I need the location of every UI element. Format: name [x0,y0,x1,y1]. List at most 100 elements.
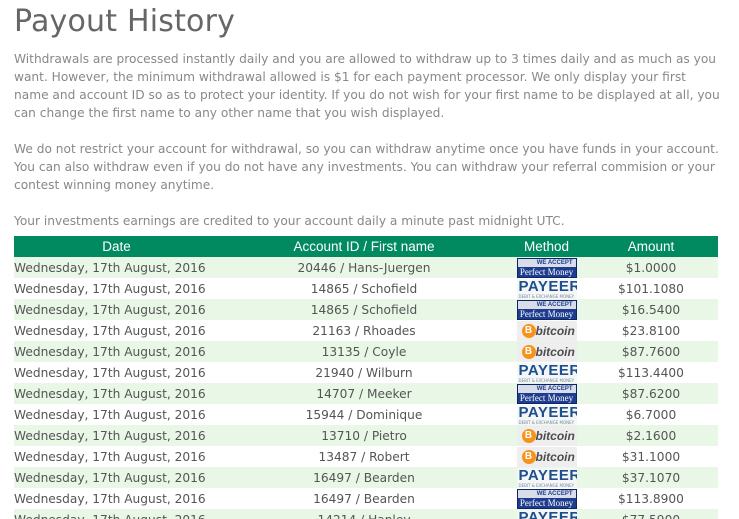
bitcoin-coin-icon: B [521,323,536,338]
logo-tag-text: DEBIT & EXCHANGE MONEY [518,482,575,488]
logo-word-text: bitcoin [535,428,575,443]
cell-method: +WE ACCEPTPerfect Money [509,257,584,278]
cell-account: 14865 / Schofield [310,302,418,317]
logo-bottom-text: Perfect Money [519,497,574,508]
cell-method: PAYEERDEBIT & EXCHANGE MONEY [509,404,584,425]
table-row: Wednesday, 17th August, 2016 16497 / Bear… [14,488,718,509]
cell-method: +WE ACCEPTPerfect Money [509,299,584,320]
payout-table: Date Account ID / First name Method Amou… [14,236,718,519]
cell-method: Bbitcoin [509,425,584,446]
cell-amount: $23.8100 [621,323,681,338]
cell-date: Wednesday, 17th August, 2016 [14,323,206,338]
cell-account: 14865 / Schofield [310,281,418,296]
cell-date: Wednesday, 17th August, 2016 [14,428,206,443]
cell-amount: $77.5900 [584,509,718,519]
payeer-logo: PAYEERDEBIT & EXCHANGE MONEY [516,278,577,299]
table-row: Wednesday, 17th August, 2016 15944 / Domi… [14,404,718,425]
cell-amount: $37.1070 [621,470,681,485]
perfect-money-logo: +WE ACCEPTPerfect Money [516,257,577,278]
bitcoin-logo: Bbitcoin [516,425,577,446]
logo-top-text: WE ACCEPT [517,258,576,267]
logo-top-text: WE ACCEPT [517,300,576,309]
cell-date: Wednesday, 17th August, 2016 [14,344,206,359]
logo-brand-text: PAYEER [518,509,577,519]
logo-tag-text: DEBIT & EXCHANGE MONEY [518,419,575,425]
cell-date: Wednesday, 17th August, 2016 [14,260,206,275]
table-row: Wednesday, 17th August, 2016 21163 / Rhoa… [14,320,718,341]
table-row: Wednesday, 17th August, 2016 14707 / Meek… [14,383,718,404]
cell-account: 21163 / Rhoades [312,323,416,338]
perfect-money-logo: +WE ACCEPTPerfect Money [516,299,577,320]
column-header-amount: Amount [627,239,675,254]
table-row: Wednesday, 17th August, 2016 13487 / Robe… [14,446,718,467]
bitcoin-coin-icon: B [521,344,536,359]
cell-date: Wednesday, 17th August, 2016 [14,386,206,401]
perfect-money-logo: +WE ACCEPTPerfect Money [516,488,577,509]
cell-account: 15944 / Dominique [305,407,423,422]
cell-date: Wednesday, 17th August, 2016 [14,365,206,380]
cell-amount: $1.0000 [625,260,677,275]
table-row: Wednesday, 17th August, 2016 20446 / Hans… [14,257,718,278]
bitcoin-logo: Bbitcoin [516,446,577,467]
payeer-logo: PAYEERDEBIT & EXCHANGE MONEY [516,467,577,488]
cell-account: 13135 / Coyle [321,344,407,359]
column-header-account: Account ID / First name [293,239,435,254]
cell-method: PAYEERDEBIT & EXCHANGE MONEY [509,278,584,299]
cell-date: Wednesday, 17th August, 2016 [14,509,219,519]
logo-word-text: bitcoin [535,344,575,359]
cell-account: 21940 / Wilburn [315,365,413,380]
cell-date: Wednesday, 17th August, 2016 [14,281,206,296]
bitcoin-coin-icon: B [521,449,536,464]
payeer-logo: PAYEERDEBIT & EXCHANGE MONEY [516,362,577,383]
logo-brand-text: PAYEER [518,362,577,379]
table-row: Wednesday, 17th August, 201614214 / Hanl… [14,509,718,519]
payout-table-header: Date Account ID / First name Method Amou… [14,236,718,257]
table-row: Wednesday, 17th August, 2016 13135 / Coyl… [14,341,718,362]
cell-method: PAYEERDEBIT & EXCHANGE MONEY [509,509,584,519]
table-row: Wednesday, 17th August, 2016 14865 / Scho… [14,278,718,299]
cell-date: Wednesday, 17th August, 2016 [14,302,206,317]
payeer-logo: PAYEERDEBIT & EXCHANGE MONEY [516,509,577,519]
intro-text: Withdrawals are processed instantly dail… [14,50,720,248]
perfect-money-logo: +WE ACCEPTPerfect Money [516,383,577,404]
cell-date: Wednesday, 17th August, 2016 [14,491,206,506]
cell-amount: $16.5400 [621,302,681,317]
column-header-method: Method [523,239,570,254]
logo-word-text: bitcoin [535,449,575,464]
cell-date: Wednesday, 17th August, 2016 [14,407,206,422]
table-row: Wednesday, 17th August, 2016 21940 / Wilb… [14,362,718,383]
cell-account: 13710 / Pietro [321,428,407,443]
bitcoin-logo: Bbitcoin [516,320,577,341]
cell-amount: $2.1600 [625,428,677,443]
logo-brand-text: PAYEER [518,467,577,484]
logo-top-text: WE ACCEPT [517,489,576,498]
logo-tag-text: DEBIT & EXCHANGE MONEY [518,293,575,299]
column-header-date: Date [102,239,131,254]
logo-brand-text: PAYEER [518,404,577,421]
cell-account: 14707 / Meeker [316,386,412,401]
cell-method: +WE ACCEPTPerfect Money [509,383,584,404]
header-row: Date Account ID / First name Method Amou… [14,236,718,257]
payeer-logo: PAYEERDEBIT & EXCHANGE MONEY [516,404,577,425]
cell-amount: $6.7000 [625,407,677,422]
cell-method: Bbitcoin [509,446,584,467]
cell-amount: $101.1080 [618,281,684,296]
cell-amount: $113.8900 [618,491,684,506]
logo-bottom-text: Perfect Money [519,266,574,277]
logo-bottom-text: Perfect Money [519,392,574,403]
cell-account: 13487 / Robert [318,449,410,464]
logo-top-text: WE ACCEPT [517,384,576,393]
cell-date: Wednesday, 17th August, 2016 [14,449,206,464]
table-row: Wednesday, 17th August, 2016 14865 / Scho… [14,299,718,320]
cell-method: Bbitcoin [509,320,584,341]
logo-brand-text: PAYEER [518,278,577,295]
cell-date: Wednesday, 17th August, 2016 [14,470,206,485]
cell-method: Bbitcoin [509,341,584,362]
payout-history-page: Payout History Withdrawals are processed… [0,0,739,519]
cell-amount: $31.1000 [621,449,681,464]
logo-word-text: bitcoin [535,323,575,338]
cell-account: 20446 / Hans-Juergen [297,260,431,275]
cell-method: +WE ACCEPTPerfect Money [509,488,584,509]
table-row: Wednesday, 17th August, 2016 13710 / Piet… [14,425,718,446]
payout-table-body: Wednesday, 17th August, 2016 20446 / Hans… [14,257,718,519]
